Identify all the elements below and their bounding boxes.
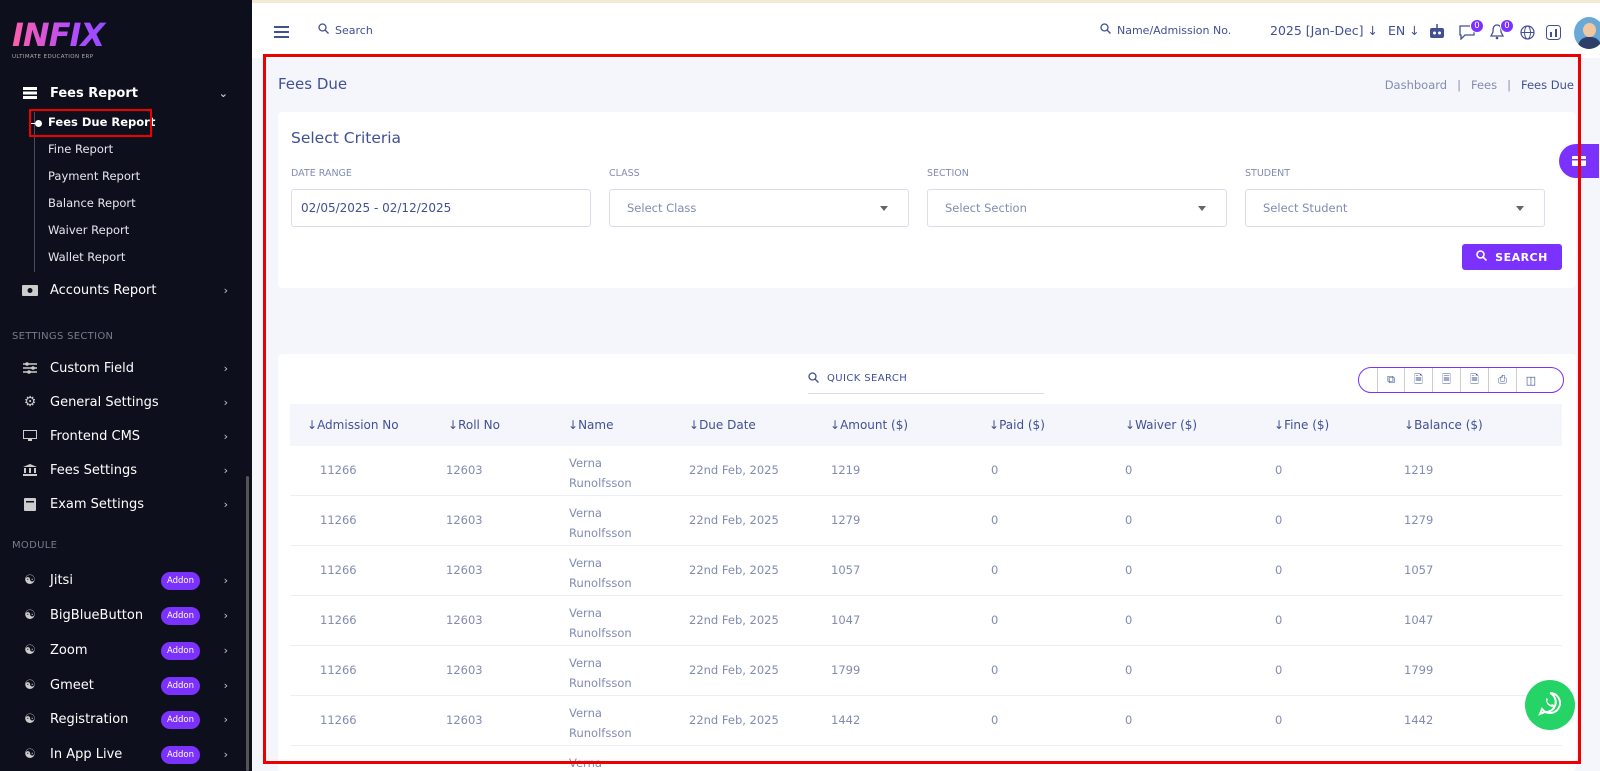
message-icon[interactable]: 0 bbox=[1458, 19, 1484, 41]
highlight-frame bbox=[263, 54, 1581, 764]
topbar: Search Name/Admission No. 2025 [Jan-Dec]… bbox=[252, 0, 1600, 58]
bell-icon[interactable]: 0 bbox=[1488, 19, 1514, 41]
module-section-heading: MODULE bbox=[12, 540, 58, 551]
settings-section-heading: SETTINGS SECTION bbox=[12, 331, 114, 342]
whatsapp-icon bbox=[1537, 690, 1563, 720]
chevron-right-icon: › bbox=[223, 573, 228, 587]
sidebar-item-frontend-cms[interactable]: Frontend CMS › bbox=[22, 422, 234, 450]
avatar[interactable] bbox=[1574, 17, 1600, 49]
search-icon bbox=[1100, 23, 1111, 37]
arrow-down-icon: ↓ bbox=[1367, 23, 1378, 38]
sidebar-item-exam-settings[interactable]: Exam Settings › bbox=[22, 490, 234, 518]
money-icon bbox=[22, 283, 38, 297]
book-icon bbox=[22, 497, 38, 511]
language-select[interactable]: EN ↓ bbox=[1388, 23, 1420, 38]
addon-badge: Addon bbox=[160, 572, 200, 590]
sidebar-sub-waiver-report[interactable]: Waiver Report bbox=[48, 220, 129, 240]
sidebar-item-gmeet[interactable]: ☯ Gmeet Addon › bbox=[22, 671, 234, 699]
arrow-down-icon: ↓ bbox=[1409, 23, 1420, 38]
stack-icon bbox=[22, 86, 38, 100]
chevron-right-icon: › bbox=[223, 712, 228, 726]
bank-icon bbox=[22, 463, 38, 477]
chevron-right-icon: › bbox=[223, 361, 228, 375]
notifications-badge: 0 bbox=[1500, 19, 1514, 33]
sliders-icon bbox=[22, 361, 38, 375]
sidebar-item-fees-report[interactable]: Fees Report ⌄ bbox=[22, 79, 234, 107]
monitor-icon bbox=[22, 429, 38, 443]
chevron-right-icon: › bbox=[223, 608, 228, 622]
chart-icon[interactable] bbox=[1544, 23, 1562, 41]
addon-badge: Addon bbox=[160, 711, 200, 729]
sidebar-sub-wallet-report[interactable]: Wallet Report bbox=[48, 247, 125, 267]
sidebar-item-zoom[interactable]: ☯ Zoom Addon › bbox=[22, 636, 234, 664]
chevron-right-icon: › bbox=[223, 463, 228, 477]
search-icon bbox=[318, 23, 329, 37]
sidebar-scrollbar[interactable] bbox=[246, 476, 249, 771]
sidebar-item-accounts-report[interactable]: Accounts Report › bbox=[22, 276, 234, 304]
global-search[interactable]: Search bbox=[318, 23, 373, 37]
sidebar-sub-payment-report[interactable]: Payment Report bbox=[48, 166, 140, 186]
sidebar-item-registration[interactable]: ☯ Registration Addon › bbox=[22, 705, 234, 733]
robot-icon[interactable] bbox=[1428, 23, 1446, 41]
chevron-down-icon: ⌄ bbox=[218, 86, 228, 100]
user-badge-icon: ☯ bbox=[24, 711, 36, 727]
user-badge-icon: ☯ bbox=[24, 677, 36, 693]
user-badge-icon: ☯ bbox=[24, 746, 36, 762]
sidebar-item-custom-field[interactable]: Custom Field › bbox=[22, 354, 234, 382]
menu-icon[interactable] bbox=[274, 26, 289, 38]
gears-icon: ⚙ bbox=[23, 394, 37, 410]
chevron-right-icon: › bbox=[223, 395, 228, 409]
sidebar-item-general-settings[interactable]: ⚙ General Settings › bbox=[22, 388, 234, 416]
addon-badge: Addon bbox=[160, 746, 200, 764]
sidebar-sub-fine-report[interactable]: Fine Report bbox=[48, 139, 113, 159]
globe-icon[interactable] bbox=[1518, 23, 1536, 41]
user-badge-icon: ☯ bbox=[24, 572, 36, 588]
user-badge-icon: ☯ bbox=[24, 642, 36, 658]
chevron-right-icon: › bbox=[223, 497, 228, 511]
sidebar-item-in-app-live[interactable]: ☯ In App Live Addon › bbox=[22, 740, 234, 768]
logo[interactable]: INFIX ULTIMATE EDUCATION ERP bbox=[12, 18, 132, 62]
addon-badge: Addon bbox=[160, 642, 200, 660]
sidebar: INFIX ULTIMATE EDUCATION ERP Fees Report… bbox=[0, 0, 252, 771]
academic-year-select[interactable]: 2025 [Jan-Dec] ↓ bbox=[1270, 23, 1378, 38]
chevron-right-icon: › bbox=[223, 747, 228, 761]
student-search[interactable]: Name/Admission No. bbox=[1100, 23, 1231, 37]
sidebar-sub-balance-report[interactable]: Balance Report bbox=[48, 193, 136, 213]
addon-badge: Addon bbox=[160, 607, 200, 625]
chevron-right-icon: › bbox=[223, 643, 228, 657]
highlight-box bbox=[29, 109, 152, 137]
user-badge-icon: ☯ bbox=[24, 607, 36, 623]
chevron-right-icon: › bbox=[223, 283, 228, 297]
addon-badge: Addon bbox=[160, 677, 200, 695]
messages-badge: 0 bbox=[1470, 19, 1484, 33]
whatsapp-button[interactable] bbox=[1525, 680, 1575, 730]
sidebar-item-fees-settings[interactable]: Fees Settings › bbox=[22, 456, 234, 484]
sidebar-item-jitsi[interactable]: ☯ Jitsi Addon › bbox=[22, 566, 234, 594]
chevron-right-icon: › bbox=[223, 429, 228, 443]
sidebar-item-bigbluebutton[interactable]: ☯ BigBlueButton Addon › bbox=[22, 601, 234, 629]
chevron-right-icon: › bbox=[223, 678, 228, 692]
